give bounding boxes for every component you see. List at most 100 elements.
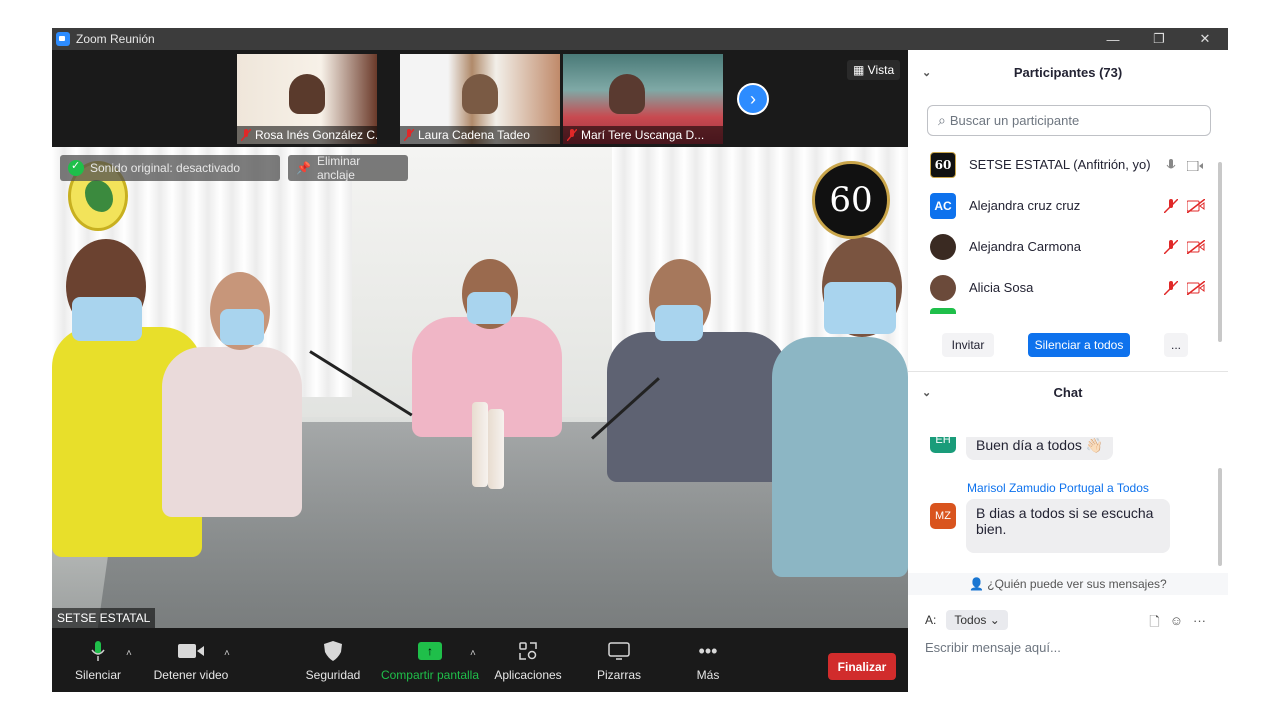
person-plaid-shirt	[607, 332, 787, 482]
share-screen-icon: ↑	[378, 638, 482, 664]
participant-name: Alejandra cruz cruz	[969, 198, 1081, 213]
mute-label: Silenciar	[74, 668, 122, 682]
recipient-value: Todos	[954, 613, 987, 627]
water-bottle	[488, 409, 504, 489]
whiteboards-button[interactable]: Pizarras	[590, 638, 648, 682]
window-title: Zoom Reunión	[76, 32, 155, 46]
participant-name: SETSE ESTATAL (Anfitrión, yo)	[969, 157, 1151, 172]
zoom-window: Zoom Reunión — ❐ ✕ Rosa Inés González C.…	[52, 28, 1228, 692]
video-area: Rosa Inés González C... Laura Cadena Tad…	[52, 50, 908, 692]
thumbnail-name: Marí Tere Uscanga D...	[563, 126, 723, 144]
participant-row[interactable]: 60 SETSE ESTATAL (Anfitrión, yo)	[908, 144, 1218, 185]
more-dots-icon: •••	[698, 640, 718, 661]
chat-message-bubble: B dias a todos si se escucha bien.	[966, 499, 1170, 553]
thumbnail-strip: Rosa Inés González C... Laura Cadena Tad…	[52, 50, 908, 147]
chat-title: Chat	[1053, 384, 1083, 400]
speaker-name-label: SETSE ESTATAL	[52, 608, 156, 628]
more-dots-icon[interactable]: ···	[1193, 613, 1206, 635]
meeting-toolbar: Silenciar ˄ Detener video ˄ Seguridad ↑ …	[52, 628, 908, 692]
collapse-participants-chevron-icon[interactable]: ⌄	[922, 66, 931, 79]
muted-mic-icon[interactable]	[1164, 199, 1178, 213]
video-off-icon[interactable]	[1187, 281, 1205, 295]
chat-tools: 🗋 ☺ ···	[1149, 613, 1206, 635]
chat-recipient-row: A: Todos ⌄	[925, 610, 1008, 630]
chat-header: ⌄ Chat	[908, 372, 1228, 412]
close-button[interactable]: ✕	[1182, 28, 1228, 50]
apps-icon	[492, 638, 564, 664]
file-icon[interactable]: 🗋	[1149, 613, 1159, 635]
next-page-button[interactable]: ›	[737, 83, 769, 115]
participant-thumbnail[interactable]: Rosa Inés González C...	[237, 54, 377, 144]
stop-video-button[interactable]: Detener video	[152, 638, 230, 682]
original-sound-toggle[interactable]: Sonido original: desactivado	[60, 155, 280, 181]
participant-row[interactable]: Alicia Sosa	[908, 267, 1218, 308]
share-screen-button[interactable]: ↑ Compartir pantalla	[378, 638, 482, 682]
share-options-caret-icon[interactable]: ˄	[470, 648, 476, 659]
chat-sender[interactable]: Marisol Zamudio Portugal a Todos	[967, 481, 1149, 495]
face-mask	[72, 297, 142, 341]
original-sound-label: Sonido original: desactivado	[90, 161, 241, 175]
recipient-dropdown[interactable]: Todos ⌄	[946, 610, 1008, 630]
invite-button[interactable]: Invitar	[942, 333, 994, 357]
microphone-icon	[70, 638, 126, 664]
muted-mic-icon	[404, 129, 414, 141]
video-camera-icon[interactable]	[1187, 161, 1203, 171]
share-screen-label: Compartir pantalla	[380, 668, 480, 682]
who-can-see-messages[interactable]: 👤 ¿Quién puede ver sus mensajes?	[908, 573, 1228, 595]
chat-message-input[interactable]: Escribir mensaje aquí...	[925, 640, 1061, 655]
avatar: EH	[930, 437, 956, 453]
pin-icon: 📌	[296, 161, 311, 175]
participant-row[interactable]: Alejandra Carmona	[908, 226, 1218, 267]
unpin-button[interactable]: 📌 Eliminar anclaje	[288, 154, 408, 182]
mute-all-button[interactable]: Silenciar a todos	[1028, 333, 1130, 357]
restore-button[interactable]: ❐	[1136, 28, 1182, 50]
zoom-app-icon	[56, 32, 70, 46]
microphone-icon[interactable]	[1166, 159, 1176, 173]
participant-row[interactable]: AC Alejandra cruz cruz	[908, 185, 1218, 226]
who-can-see-label: ¿Quién puede ver sus mensajes?	[987, 577, 1167, 591]
video-camera-icon	[152, 638, 230, 664]
muted-mic-icon[interactable]	[1164, 240, 1178, 254]
participant-thumbnail[interactable]: Laura Cadena Tadeo	[400, 54, 560, 144]
security-shield-icon	[68, 159, 84, 176]
muted-mic-icon	[241, 129, 251, 141]
person-pink-shirt	[162, 347, 302, 517]
participant-name: Alicia Sosa	[969, 280, 1034, 295]
view-button[interactable]: ▦ Vista	[847, 60, 901, 80]
video-off-icon[interactable]	[1187, 199, 1205, 213]
audio-options-caret-icon[interactable]: ˄	[126, 648, 132, 659]
participants-more-button[interactable]: ...	[1164, 333, 1188, 357]
video-off-icon[interactable]	[1187, 240, 1205, 254]
people-icon: 👤	[969, 577, 985, 591]
end-meeting-button[interactable]: Finalizar	[828, 653, 896, 680]
participants-header: ⌄ Participantes (73)	[908, 50, 1228, 95]
collapse-chat-chevron-icon[interactable]: ⌄	[922, 386, 931, 399]
video-options-caret-icon[interactable]: ˄	[224, 648, 230, 659]
chat-scrollbar[interactable]	[1218, 468, 1222, 566]
participant-thumbnail[interactable]: Marí Tere Uscanga D...	[563, 54, 723, 144]
muted-mic-icon[interactable]	[1164, 281, 1178, 295]
security-button[interactable]: Seguridad	[304, 638, 362, 682]
chat-message-line: B dias a todos si se escucha	[976, 505, 1154, 521]
mute-button[interactable]: Silenciar	[70, 638, 126, 682]
participant-list-scrollbar[interactable]	[1218, 162, 1222, 342]
emoji-icon[interactable]: ☺	[1170, 613, 1183, 635]
shield-icon	[304, 638, 362, 664]
more-button[interactable]: ••• Más	[686, 638, 730, 683]
chat-message-line: bien.	[976, 521, 1007, 537]
face-mask	[655, 305, 703, 341]
chevron-right-icon: ›	[750, 88, 756, 109]
minimize-button[interactable]: —	[1090, 28, 1136, 50]
apps-label: Aplicaciones	[494, 668, 562, 682]
thumbnail-name: Laura Cadena Tadeo	[400, 126, 560, 144]
search-icon: ⌕	[938, 112, 946, 128]
apps-button[interactable]: Aplicaciones	[492, 638, 564, 682]
participant-search-input[interactable]: ⌕ Buscar un participante	[927, 105, 1211, 136]
window-controls: — ❐ ✕	[1090, 28, 1228, 50]
face-mask	[824, 282, 896, 334]
avatar	[930, 308, 956, 314]
participant-name: Alejandra Carmona	[969, 239, 1082, 254]
search-placeholder: Buscar un participante	[949, 113, 1080, 128]
person-blue-shirt	[772, 337, 908, 577]
face-mask	[467, 292, 511, 324]
